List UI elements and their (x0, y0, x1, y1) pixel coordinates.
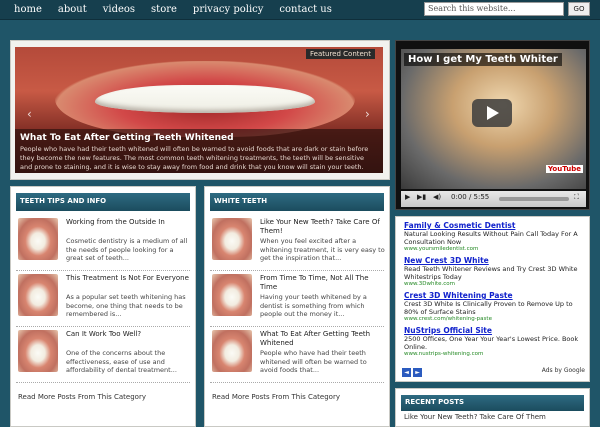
ad-url[interactable]: www.nustrips-whitening.com (404, 351, 581, 357)
featured-content-panel: Featured Content ‹ › What To Eat After G… (10, 40, 390, 180)
nav-about[interactable]: about (50, 2, 95, 17)
featured-title[interactable]: What To Eat After Getting Teeth Whitened (20, 133, 378, 143)
post-thumbnail[interactable] (18, 218, 58, 260)
category-box-teeth-tips: Teeth Tips and Info Working from the Out… (10, 186, 196, 427)
read-more-link[interactable]: Read More Posts From This Category (212, 393, 382, 401)
youtube-logo[interactable]: YouTube (546, 165, 583, 173)
ads-prev-icon[interactable]: ◄ (402, 368, 411, 377)
ad-title[interactable]: Crest 3D Whitening Paste (404, 291, 581, 300)
list-item: Like Your New Teeth? Take Care Of Them! … (210, 215, 385, 271)
list-item: This Treatment Is Not For Everyone As a … (16, 271, 190, 327)
post-excerpt: When you feel excited after a whitening … (260, 237, 385, 262)
list-item: What To Eat After Getting Teeth Whitened… (210, 327, 384, 383)
nav-privacy-policy[interactable]: privacy policy (185, 2, 272, 17)
ad-description: Natural Looking Results Without Pain Cal… (404, 230, 578, 246)
ad-item: New Crest 3D White Read Teeth Whitener R… (404, 256, 581, 287)
ad-title[interactable]: New Crest 3D White (404, 256, 581, 265)
post-thumbnail[interactable] (18, 274, 58, 316)
post-title[interactable]: What To Eat After Getting Teeth Whitened (260, 330, 385, 348)
post-thumbnail[interactable] (212, 274, 252, 316)
slide-prev-arrow-icon[interactable]: ‹ (27, 107, 37, 121)
search-input[interactable]: Search this website... (424, 2, 564, 16)
play-button-icon[interactable]: ▶ (405, 193, 410, 201)
ads-by-google-link[interactable]: Ads by Google (542, 367, 585, 374)
slide-next-arrow-icon[interactable]: › (365, 107, 375, 121)
ad-title[interactable]: NuStrips Official Site (404, 326, 581, 335)
search-go-button[interactable]: GO (568, 2, 590, 16)
post-excerpt: Having your teeth whitened by a dentist … (260, 293, 367, 318)
recent-posts-box: Recent Posts Like Your New Teeth? Take C… (395, 388, 590, 427)
ad-item: NuStrips Official Site 2500 Offices, One… (404, 326, 581, 357)
post-thumbnail[interactable] (18, 330, 58, 372)
video-player: How I get My Teeth Whiter YouTube ▶ ▶▮ ◀… (395, 40, 590, 210)
nav-home[interactable]: home (6, 2, 50, 17)
ad-item: Crest 3D Whitening Paste Crest 3D White … (404, 291, 581, 322)
featured-content-label: Featured Content (306, 49, 375, 59)
video-title[interactable]: How I get My Teeth Whiter (404, 53, 562, 66)
ad-url[interactable]: www.yoursmiledentist.com (404, 246, 581, 252)
ad-description: Read Teeth Whitener Reviews and Try Cres… (404, 265, 578, 281)
volume-icon[interactable]: ◀) (433, 193, 441, 201)
list-item: Can It Work Too Well? One of the concern… (16, 327, 190, 383)
ad-description: Crest 3D White Is Clinically Proven to R… (404, 300, 573, 316)
post-title[interactable]: This Treatment Is Not For Everyone (66, 274, 191, 283)
post-thumbnail[interactable] (212, 218, 252, 260)
featured-excerpt: People who have had their teeth whitened… (20, 145, 369, 173)
post-excerpt: People who have had their teeth whitened… (260, 349, 367, 374)
category-heading: Teeth Tips and Info (16, 193, 190, 211)
video-time: 0:00 / 5:55 (451, 193, 490, 201)
featured-slide[interactable]: Featured Content ‹ › What To Eat After G… (15, 47, 383, 173)
list-item: Working from the Outside In Cosmetic den… (16, 215, 190, 271)
read-more-link[interactable]: Read More Posts From This Category (18, 393, 188, 401)
ads-footer: ◄ ► Ads by Google (402, 367, 585, 377)
ad-item: Family & Cosmetic Dentist Natural Lookin… (404, 221, 581, 252)
post-title[interactable]: Can It Work Too Well? (66, 330, 191, 339)
category-heading: White Teeth (210, 193, 384, 211)
ad-url[interactable]: www.crest.com/whitening-paste (404, 316, 581, 322)
progress-track[interactable] (499, 197, 569, 201)
fullscreen-icon[interactable]: ⛶ (574, 193, 579, 202)
nav-videos[interactable]: videos (95, 2, 143, 17)
top-navigation: home about videos store privacy policy c… (0, 0, 600, 20)
teeth-image (95, 85, 315, 113)
ads-next-icon[interactable]: ► (413, 368, 422, 377)
post-excerpt: As a popular set teeth whitening has bec… (66, 293, 186, 318)
ad-url[interactable]: www.3Dwhite.com (404, 281, 581, 287)
category-box-white-teeth: White Teeth Like Your New Teeth? Take Ca… (204, 186, 390, 427)
post-thumbnail[interactable] (212, 330, 252, 372)
post-title[interactable]: From Time To Time, Not All The Time (260, 274, 385, 292)
recent-post-link[interactable]: Like Your New Teeth? Take Care Of Them (404, 413, 581, 421)
google-ads-box: Family & Cosmetic Dentist Natural Lookin… (395, 216, 590, 382)
video-controls: ▶ ▶▮ ◀) 0:00 / 5:55 ⛶ (401, 191, 586, 207)
recent-posts-heading: Recent Posts (401, 395, 584, 411)
nav-store[interactable]: store (143, 2, 185, 17)
list-item: From Time To Time, Not All The Time Havi… (210, 271, 384, 327)
ad-description: 2500 Offices, One Year Your Year's Lowes… (404, 335, 579, 351)
post-excerpt: Cosmetic dentistry is a medium of all th… (66, 237, 188, 262)
post-excerpt: One of the concerns about the effectiven… (66, 349, 177, 374)
nav-links: home about videos store privacy policy c… (6, 2, 340, 17)
post-title[interactable]: Like Your New Teeth? Take Care Of Them! (260, 218, 385, 236)
post-title[interactable]: Working from the Outside In (66, 218, 191, 227)
ad-title[interactable]: Family & Cosmetic Dentist (404, 221, 581, 230)
play-icon[interactable] (472, 99, 512, 127)
nav-contact-us[interactable]: contact us (271, 2, 339, 17)
next-button-icon[interactable]: ▶▮ (417, 193, 426, 201)
featured-caption: What To Eat After Getting Teeth Whitened… (15, 129, 383, 173)
